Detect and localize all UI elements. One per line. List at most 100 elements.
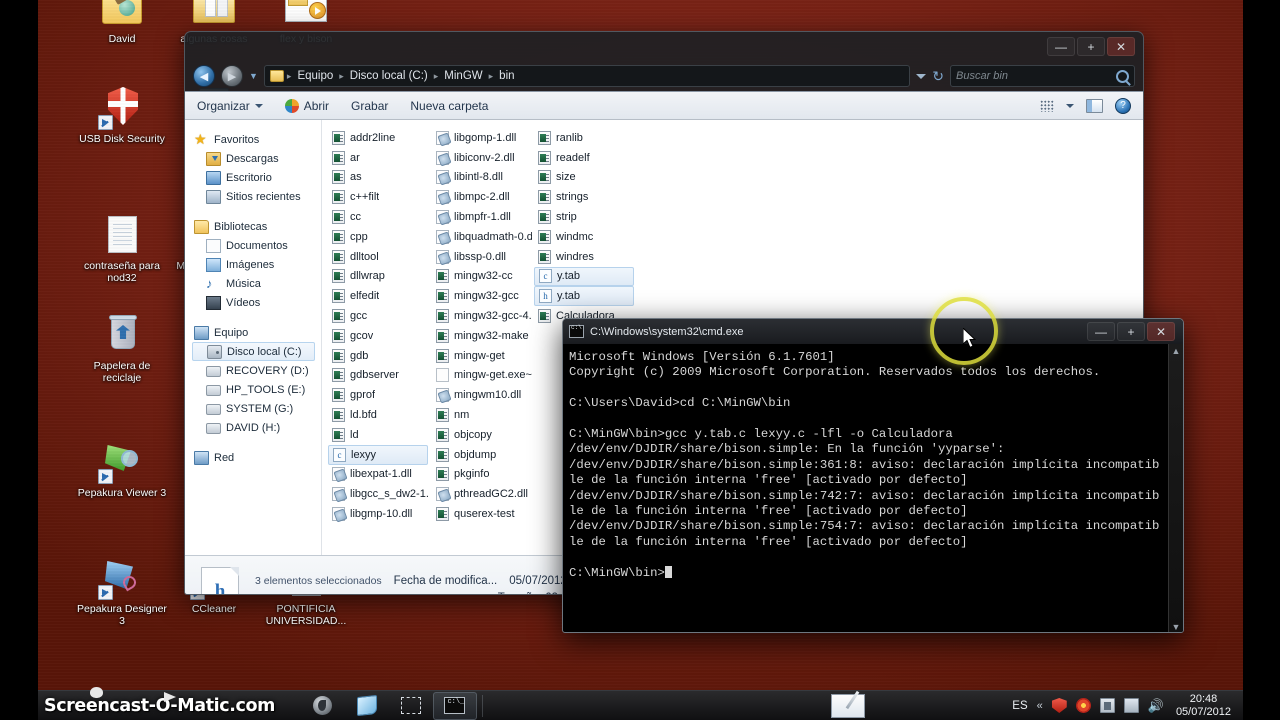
taskbar[interactable]: Screencast-O-Matic.com ES « 🔊 bbox=[38, 686, 1243, 720]
file-item[interactable]: size bbox=[534, 168, 634, 188]
help-icon[interactable]: ? bbox=[1115, 97, 1131, 114]
file-item[interactable]: ld bbox=[328, 425, 428, 445]
language-indicator[interactable]: ES bbox=[1012, 700, 1027, 712]
shield-icon[interactable] bbox=[1051, 698, 1067, 713]
file-item[interactable]: objdump bbox=[432, 445, 532, 465]
file-item[interactable]: h y.tab bbox=[534, 286, 634, 307]
eset-icon[interactable] bbox=[1075, 698, 1091, 713]
file-item[interactable]: ld.bfd bbox=[328, 405, 428, 425]
file-item[interactable]: strip bbox=[534, 207, 634, 227]
address-dropdown-icon[interactable] bbox=[916, 73, 927, 79]
nav-item-descargas[interactable]: Descargas bbox=[192, 149, 321, 168]
file-item[interactable]: mingw32-gcc bbox=[432, 286, 532, 306]
recent-pages-dropdown-icon[interactable]: ▼ bbox=[249, 71, 258, 81]
file-item[interactable]: dlltool bbox=[328, 247, 428, 267]
file-item[interactable]: dllwrap bbox=[328, 267, 428, 287]
organize-button[interactable]: Organizar bbox=[197, 99, 263, 113]
file-item[interactable]: ranlib bbox=[534, 128, 634, 148]
file-item[interactable]: c lexyy bbox=[328, 444, 428, 465]
taskbar-button-paint[interactable] bbox=[818, 692, 878, 720]
file-item[interactable]: ar bbox=[328, 148, 428, 168]
new-folder-button[interactable]: Nueva carpeta bbox=[410, 99, 488, 113]
nav-item-bibliotecas[interactable]: Bibliotecas bbox=[192, 217, 321, 236]
desktop-icon-usb-disk-security[interactable]: USB Disk Security bbox=[76, 86, 168, 146]
nav-item-favoritos[interactable]: ★ Favoritos bbox=[192, 130, 321, 149]
file-item[interactable]: pthreadGC2.dll bbox=[432, 484, 532, 504]
file-item[interactable]: libgcc_s_dw2-1.dll bbox=[328, 484, 428, 504]
nav-item-documentos[interactable]: Documentos bbox=[192, 236, 321, 255]
nav-item-recovery-d[interactable]: RECOVERY (D:) bbox=[192, 361, 321, 380]
file-item[interactable]: mingw-get.exe~ bbox=[432, 366, 532, 386]
file-item[interactable]: libgomp-1.dll bbox=[432, 128, 532, 148]
nav-item-m-sica[interactable]: ♪ Música bbox=[192, 274, 321, 293]
network-icon[interactable] bbox=[1099, 698, 1115, 713]
display-icon[interactable] bbox=[1123, 698, 1139, 713]
file-item[interactable]: mingw-get bbox=[432, 346, 532, 366]
file-item[interactable]: c y.tab bbox=[534, 266, 634, 287]
taskbar-button-cmd[interactable] bbox=[432, 691, 477, 720]
file-item[interactable]: quserex-test bbox=[432, 504, 532, 524]
forward-button[interactable]: ▶ bbox=[221, 65, 243, 87]
file-item[interactable]: libexpat-1.dll bbox=[328, 465, 428, 485]
file-item[interactable]: mingw32-make bbox=[432, 326, 532, 346]
cmd-output[interactable]: Microsoft Windows [Versión 6.1.7601] Cop… bbox=[563, 344, 1168, 632]
desktop-icon-papelera[interactable]: Papelera de reciclaje bbox=[76, 313, 168, 384]
desktop-icon-pepakura-viewer[interactable]: Pepakura Viewer 3 bbox=[76, 440, 168, 500]
explorer-titlebar[interactable]: — + ✕ bbox=[185, 32, 1143, 61]
back-button[interactable]: ◀ bbox=[193, 65, 215, 87]
nav-item-red[interactable]: Red bbox=[192, 448, 321, 467]
scroll-up-icon[interactable]: ▲ bbox=[1172, 346, 1181, 356]
nav-item-hp-tools-e[interactable]: HP_TOOLS (E:) bbox=[192, 380, 321, 399]
file-item[interactable]: strings bbox=[534, 187, 634, 207]
file-item[interactable]: mingwm10.dll bbox=[432, 385, 532, 405]
file-item[interactable]: as bbox=[328, 168, 428, 188]
file-item[interactable]: elfedit bbox=[328, 286, 428, 306]
preview-pane-icon[interactable] bbox=[1086, 98, 1103, 113]
file-item[interactable]: libgmp-10.dll bbox=[328, 504, 428, 524]
search-input[interactable] bbox=[956, 70, 1116, 82]
navigation-pane[interactable]: ★ Favoritos Descargas Escritorio Sitios reci… bbox=[185, 120, 322, 555]
nav-item-disco-local-c[interactable]: Disco local (C:) bbox=[192, 342, 315, 361]
file-item[interactable]: c++filt bbox=[328, 187, 428, 207]
refresh-icon[interactable]: ↻ bbox=[932, 68, 944, 85]
breadcrumb-equipo[interactable]: Equipo bbox=[294, 70, 336, 82]
file-item[interactable]: readelf bbox=[534, 148, 634, 168]
taskbar-button-notepad[interactable] bbox=[345, 692, 389, 720]
chevron-down-icon[interactable] bbox=[1066, 103, 1074, 108]
desktop-icon-pepakura-designer[interactable]: Pepakura Designer 3 bbox=[76, 556, 168, 627]
file-item[interactable]: libmpfr-1.dll bbox=[432, 207, 532, 227]
cmd-titlebar[interactable]: C:\Windows\system32\cmd.exe — + ✕ bbox=[563, 319, 1183, 344]
clock[interactable]: 20:48 05/07/2012 bbox=[1173, 693, 1231, 719]
change-view-icon[interactable] bbox=[1040, 99, 1054, 112]
file-item[interactable]: cc bbox=[328, 207, 428, 227]
file-item[interactable]: addr2line bbox=[328, 128, 428, 148]
nav-item-equipo[interactable]: Equipo bbox=[192, 323, 321, 342]
breadcrumb-bin[interactable]: bin bbox=[496, 70, 517, 82]
nav-item-system-g[interactable]: SYSTEM (G:) bbox=[192, 399, 321, 418]
cmd-maximize-button[interactable]: + bbox=[1117, 322, 1145, 341]
file-item[interactable]: gcov bbox=[328, 326, 428, 346]
file-item[interactable]: libssp-0.dll bbox=[432, 247, 532, 267]
file-item[interactable]: gdbserver bbox=[328, 366, 428, 386]
file-item[interactable]: cpp bbox=[328, 227, 428, 247]
file-item[interactable]: gprof bbox=[328, 385, 428, 405]
file-item[interactable]: gcc bbox=[328, 306, 428, 326]
desktop-icon-david[interactable]: David bbox=[76, 0, 168, 46]
open-button[interactable]: Abrir bbox=[284, 98, 329, 113]
burn-button[interactable]: Grabar bbox=[351, 99, 388, 113]
nav-item-sitios-recientes[interactable]: Sitios recientes bbox=[192, 187, 321, 206]
desktop-icon-contrasena-nod32[interactable]: contraseña para nod32 bbox=[76, 213, 168, 284]
cmd-window[interactable]: C:\Windows\system32\cmd.exe — + ✕ Micros… bbox=[562, 318, 1184, 633]
file-item[interactable]: pkginfo bbox=[432, 465, 532, 485]
search-box[interactable] bbox=[950, 65, 1135, 87]
file-item[interactable]: gdb bbox=[328, 346, 428, 366]
cmd-scrollbar[interactable]: ▲ ▼ bbox=[1168, 344, 1183, 632]
maximize-button[interactable]: + bbox=[1077, 37, 1105, 56]
address-bar[interactable]: ▸ Equipo ▸ Disco local (C:) ▸ MinGW ▸ bi… bbox=[263, 65, 911, 87]
show-hidden-icons-chevron[interactable]: « bbox=[1037, 700, 1043, 712]
minimize-button[interactable]: — bbox=[1047, 37, 1075, 56]
nav-item-v-deos[interactable]: Vídeos bbox=[192, 293, 321, 312]
taskbar-button-firefox[interactable] bbox=[301, 692, 345, 720]
breadcrumb-disco-local[interactable]: Disco local (C:) bbox=[347, 70, 431, 82]
file-item[interactable]: windres bbox=[534, 247, 634, 267]
